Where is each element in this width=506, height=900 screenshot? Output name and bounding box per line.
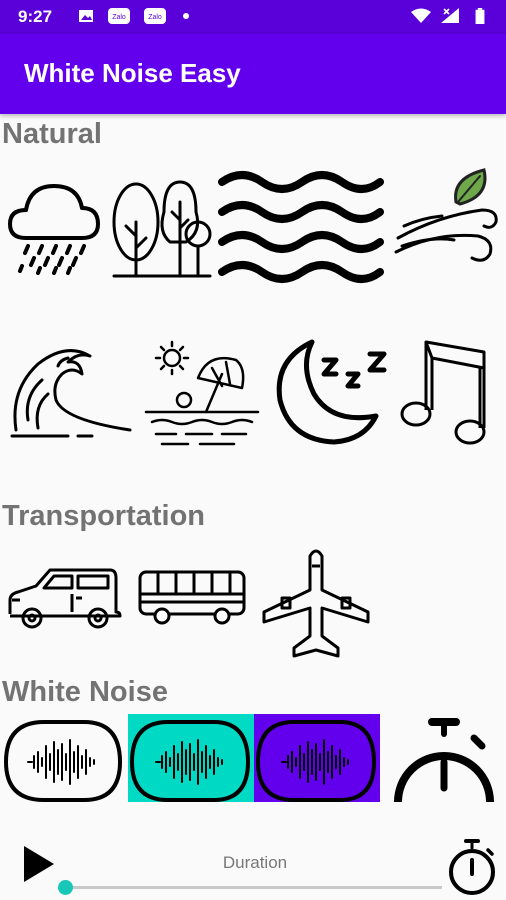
brown-noise-button[interactable] <box>254 714 380 802</box>
app-title: White Noise Easy <box>24 58 241 88</box>
app-bar: White Noise Easy <box>0 34 506 114</box>
music-note-icon <box>400 340 486 445</box>
play-button[interactable] <box>22 844 56 884</box>
wifi-icon <box>411 8 431 23</box>
rain-cloud-icon <box>8 184 100 275</box>
timer-icon[interactable] <box>444 838 500 896</box>
duration-slider-track[interactable] <box>64 886 442 889</box>
play-icon <box>24 846 54 882</box>
dot-icon <box>183 13 189 19</box>
music-sound-button[interactable] <box>398 336 496 448</box>
rain-sound-button[interactable] <box>4 172 104 282</box>
bus-icon <box>138 570 246 625</box>
zalo-icon: Zalo <box>144 8 166 24</box>
section-title-transportation: Transportation <box>2 500 206 532</box>
duration-slider-thumb[interactable] <box>58 880 73 895</box>
player-bar: Duration <box>0 818 506 900</box>
ocean-sound-button[interactable] <box>8 340 134 440</box>
image-icon <box>79 10 93 22</box>
car-icon <box>8 568 122 629</box>
beach-umbrella-icon <box>144 340 260 446</box>
status-bar: 9:27 Zalo Zalo <box>0 0 506 34</box>
zalo-icon: Zalo <box>108 8 130 24</box>
beach-sound-button[interactable] <box>142 338 260 456</box>
pink-noise-button[interactable] <box>128 714 254 802</box>
forest-icon <box>112 180 212 278</box>
waves-sound-button[interactable] <box>216 168 384 288</box>
ocean-wave-icon <box>10 349 132 438</box>
waves-icon <box>218 171 384 283</box>
white-noise-button[interactable] <box>0 714 128 802</box>
status-time: 9:27 <box>18 7 53 26</box>
car-sound-button[interactable] <box>6 564 124 634</box>
battery-icon <box>475 8 485 24</box>
night-sound-button[interactable] <box>272 336 396 448</box>
signal-icon <box>441 8 459 23</box>
section-title-white-noise: White Noise <box>2 676 168 708</box>
airplane-sound-button[interactable] <box>260 546 372 660</box>
wind-leaf-icon <box>394 168 498 262</box>
wind-sound-button[interactable] <box>392 166 502 278</box>
zalo-label: Zalo <box>112 14 126 21</box>
stopwatch-icon <box>394 718 494 802</box>
white-noise-icon <box>3 720 123 802</box>
zalo-label: Zalo <box>148 14 162 21</box>
forest-sound-button[interactable] <box>110 172 214 282</box>
bus-sound-button[interactable] <box>136 568 248 628</box>
duration-label: Duration <box>222 853 288 872</box>
timer-button[interactable] <box>390 714 498 802</box>
airplane-icon <box>262 549 370 658</box>
pink-noise-icon <box>129 720 251 802</box>
brown-noise-icon <box>255 720 377 802</box>
section-title-natural: Natural <box>2 118 102 150</box>
night-moon-icon <box>276 339 387 445</box>
